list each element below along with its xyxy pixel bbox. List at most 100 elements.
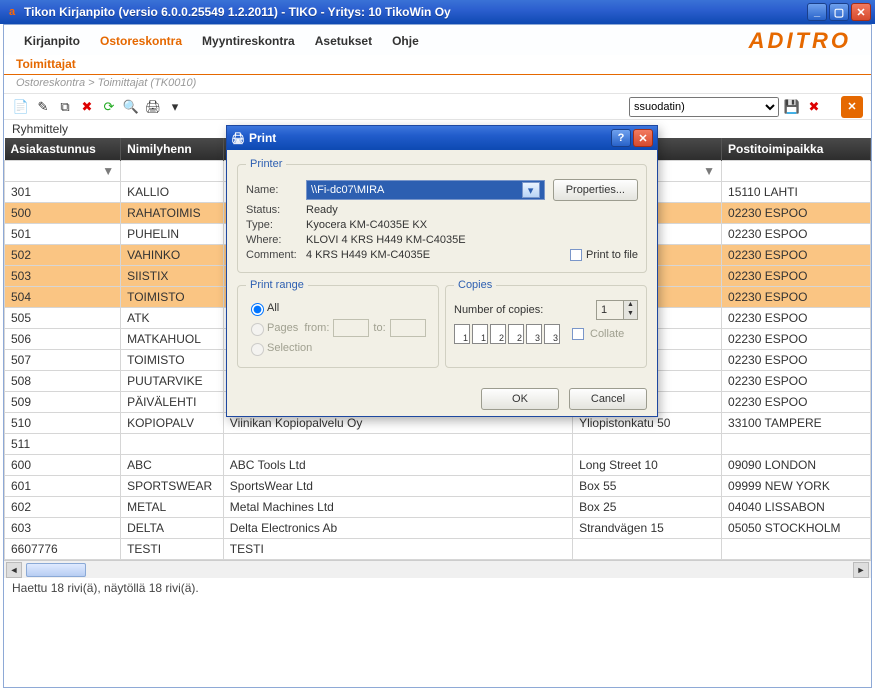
collate-label: Collate: [590, 328, 624, 340]
refresh-icon[interactable]: ⟳: [100, 98, 118, 116]
cell: SportsWear Ltd: [223, 476, 572, 497]
menu-ohje[interactable]: Ohje: [382, 30, 429, 52]
copy-icon[interactable]: ⧉: [56, 98, 74, 116]
dialog-close-button[interactable]: ✕: [633, 129, 653, 147]
cell: 509: [5, 392, 121, 413]
cancel-button[interactable]: Cancel: [569, 388, 647, 410]
new-icon[interactable]: 📄: [12, 98, 30, 116]
table-row[interactable]: 511: [5, 434, 871, 455]
printer-group: Printer Name: \\Fi-dc07\MIRA ▾ Propertie…: [237, 158, 647, 273]
scroll-left-icon[interactable]: ◄: [6, 562, 22, 578]
print-icon[interactable]: 🖨: [144, 98, 162, 116]
column-header[interactable]: Asiakastunnus: [5, 138, 121, 161]
scroll-right-icon[interactable]: ►: [853, 562, 869, 578]
cell: 600: [5, 455, 121, 476]
maximize-button[interactable]: ▢: [829, 3, 849, 21]
table-row[interactable]: 601SPORTSWEARSportsWear LtdBox 5509999 N…: [5, 476, 871, 497]
column-header[interactable]: Nimilyhenn: [121, 138, 224, 161]
column-header[interactable]: Postitoimipaikka: [722, 138, 871, 161]
cell: [121, 434, 224, 455]
scroll-thumb[interactable]: [26, 563, 86, 577]
table-row[interactable]: 6607776TESTITESTI: [5, 539, 871, 560]
collate-icon: [544, 324, 560, 344]
window-titlebar: a Tikon Kirjanpito (versio 6.0.0.25549 1…: [0, 0, 875, 24]
comment-value: 4 KRS H449 KM-C4035E: [306, 249, 430, 261]
menu-asetukset[interactable]: Asetukset: [305, 30, 382, 52]
cell: ATK: [121, 308, 224, 329]
copies-input[interactable]: 1▲▼: [596, 300, 638, 320]
chevron-down-icon[interactable]: ▾: [166, 98, 184, 116]
filter-select[interactable]: ssuodatin): [629, 97, 779, 117]
cell: 02230 ESPOO: [722, 392, 871, 413]
spin-down-icon[interactable]: ▼: [623, 310, 637, 319]
cell: TESTI: [223, 539, 572, 560]
cell: TOIMISTO: [121, 350, 224, 371]
save-icon[interactable]: 💾: [783, 98, 801, 116]
help-button[interactable]: ?: [611, 129, 631, 147]
from-input: [333, 319, 369, 337]
type-value: Kyocera KM-C4035E KX: [306, 219, 427, 231]
menu-ostoreskontra[interactable]: Ostoreskontra: [90, 30, 192, 52]
delete-icon[interactable]: ✖: [78, 98, 96, 116]
all-radio[interactable]: [251, 303, 264, 316]
properties-button[interactable]: Properties...: [553, 179, 638, 201]
cell: PUUTARVIKE: [121, 371, 224, 392]
spin-up-icon[interactable]: ▲: [623, 301, 637, 310]
brand-logo: ADITRO: [749, 28, 851, 54]
search-icon[interactable]: 🔍: [122, 98, 140, 116]
close-button[interactable]: ✕: [851, 3, 871, 21]
collate-icon: [490, 324, 506, 344]
collate-icon: [508, 324, 524, 344]
cell: ABC: [121, 455, 224, 476]
ok-button[interactable]: OK: [481, 388, 559, 410]
cell: 506: [5, 329, 121, 350]
filter-cell[interactable]: ▼: [5, 161, 121, 182]
filter-icon[interactable]: ▼: [703, 164, 715, 178]
cell: 503: [5, 266, 121, 287]
printer-select[interactable]: \\Fi-dc07\MIRA ▾: [306, 180, 545, 200]
breadcrumb: Ostoreskontra > Toimittajat (TK0010): [4, 75, 871, 94]
table-row[interactable]: 600ABCABC Tools LtdLong Street 1009090 L…: [5, 455, 871, 476]
cell: [722, 434, 871, 455]
cell: Long Street 10: [573, 455, 722, 476]
table-row[interactable]: 602METALMetal Machines LtdBox 2504040 LI…: [5, 497, 871, 518]
cell: TOIMISTO: [121, 287, 224, 308]
print-to-file-checkbox[interactable]: [570, 249, 582, 261]
range-legend: Print range: [246, 279, 308, 291]
collate-checkbox: [572, 328, 584, 340]
cell: PUHELIN: [121, 224, 224, 245]
horizontal-scrollbar[interactable]: ◄ ►: [4, 560, 871, 578]
selection-radio: [251, 343, 264, 356]
filter-icon[interactable]: ▼: [102, 164, 114, 178]
filter-cell[interactable]: [121, 161, 224, 182]
chevron-down-icon[interactable]: ▾: [522, 182, 540, 198]
num-copies-label: Number of copies:: [454, 304, 543, 316]
cell: 33100 TAMPERE: [722, 413, 871, 434]
menu-myyntireskontra[interactable]: Myyntireskontra: [192, 30, 305, 52]
cell: [223, 434, 572, 455]
pages-label: Pages: [267, 322, 298, 334]
printer-legend: Printer: [246, 158, 286, 170]
to-input: [390, 319, 426, 337]
cell: 15110 LAHTI: [722, 182, 871, 203]
cell: Strandvägen 15: [573, 518, 722, 539]
table-row[interactable]: 603DELTADelta Electronics AbStrandvägen …: [5, 518, 871, 539]
cell: 6607776: [5, 539, 121, 560]
delete-filter-icon[interactable]: ✖: [805, 98, 823, 116]
cell: 02230 ESPOO: [722, 266, 871, 287]
cell: TESTI: [121, 539, 224, 560]
action-button[interactable]: ✕: [841, 96, 863, 118]
status-label: Status:: [246, 204, 306, 216]
cell: 301: [5, 182, 121, 203]
cell: 603: [5, 518, 121, 539]
cell: 602: [5, 497, 121, 518]
cell: 507: [5, 350, 121, 371]
app-icon: a: [4, 4, 20, 20]
filter-cell[interactable]: [722, 161, 871, 182]
cell: ABC Tools Ltd: [223, 455, 572, 476]
name-label: Name:: [246, 184, 306, 196]
from-label: from:: [304, 322, 329, 334]
minimize-button[interactable]: _: [807, 3, 827, 21]
edit-icon[interactable]: ✎: [34, 98, 52, 116]
menu-kirjanpito[interactable]: Kirjanpito: [14, 30, 90, 52]
